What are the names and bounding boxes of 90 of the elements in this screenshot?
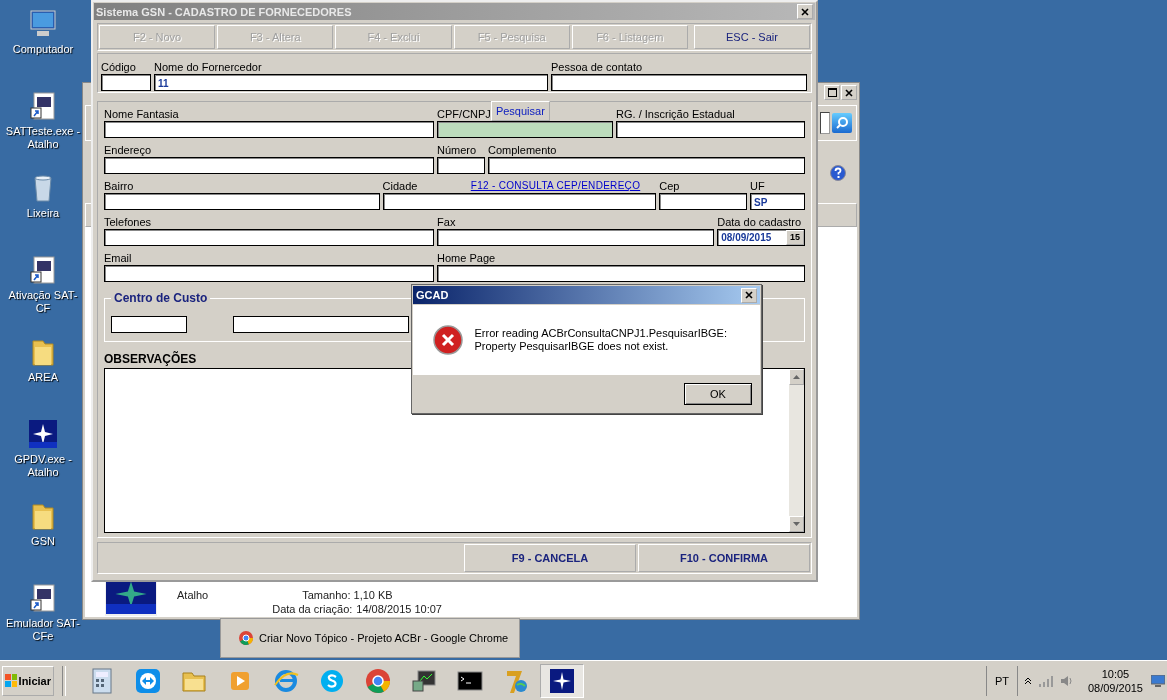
search-button[interactable] (832, 113, 852, 133)
text-field[interactable] (437, 229, 715, 246)
close-button[interactable] (841, 85, 857, 100)
language-indicator[interactable]: PT (985, 665, 1018, 696)
arrows-icon (134, 666, 162, 695)
error-message: Error reading ACBrConsultaCNPJ1.PesquisarIBGE: Property PesquisarIBGE does not exist. (474, 327, 728, 353)
desktop-icon-label[interactable]: Emulador SAT-CFe (2, 617, 84, 643)
cost-center-name-field[interactable] (233, 315, 409, 333)
close-button[interactable] (797, 4, 813, 19)
chrome-icon (364, 666, 392, 695)
ok-button[interactable]: OK (684, 383, 752, 405)
file-size: Tamanho: 1,10 KB (301, 589, 394, 602)
footer-button[interactable]: F10 - CONFIRMA (638, 544, 810, 572)
text-field[interactable]: SP (750, 193, 805, 210)
field-label: Código (101, 60, 137, 74)
calendar-button[interactable]: 15 (786, 230, 804, 245)
field-label: Complemento (488, 143, 558, 157)
field-label: RG. / Inscrição Estadual (616, 107, 736, 121)
close-icon (801, 7, 809, 16)
field-label: Nome Fantasia (104, 107, 180, 121)
search-button[interactable]: Pesquisar (490, 101, 550, 121)
field-label: Fax (437, 215, 457, 229)
cost-center-code-field[interactable] (111, 315, 187, 333)
field-label: Data do cadastro (717, 215, 803, 229)
search-field[interactable] (820, 112, 830, 134)
cep-lookup-link[interactable]: F12 - CONSULTA CEP/ENDEREÇO (470, 179, 641, 193)
field-label: Bairro (104, 179, 135, 193)
text-field[interactable] (104, 193, 380, 210)
cpf-field[interactable] (437, 121, 614, 138)
error-icon (433, 325, 463, 355)
footer-button[interactable]: F9 - CANCELA (464, 544, 636, 572)
file-type: Atalho (177, 589, 209, 602)
text-field[interactable] (104, 157, 434, 174)
field-label: Email (104, 251, 133, 265)
chevron-up-icon[interactable] (1023, 676, 1032, 685)
toolbar-button[interactable]: ESC - Sair (693, 25, 811, 49)
search-icon (835, 116, 849, 130)
text-field[interactable] (551, 74, 807, 91)
text-field[interactable] (437, 157, 485, 174)
field-label: Telefones (104, 215, 153, 229)
text-field[interactable] (101, 74, 151, 91)
field-label: Pessoa de contato (551, 60, 644, 74)
field-label: Endereço (104, 143, 153, 157)
window-title: Sistema GSN - CADASTRO DE FORNECEDORES (96, 5, 352, 18)
field-label: Home Page (437, 251, 497, 265)
maximize-button[interactable] (824, 85, 840, 100)
text-field[interactable] (104, 121, 435, 138)
help-icon[interactable] (830, 165, 846, 181)
field-label: CPF/CNPJ (437, 107, 491, 121)
maximize-icon (827, 88, 837, 97)
created-value: 14/08/2015 10:07 (356, 603, 442, 616)
desktop-icon-label[interactable]: GPDV.exe - Atalho (2, 453, 84, 479)
desktop-icon-label[interactable]: Ativação SAT-CF (2, 289, 84, 315)
text-field[interactable] (437, 265, 805, 282)
desktop-icon-label[interactable]: Computador (12, 43, 74, 56)
text-field[interactable] (104, 265, 435, 282)
group-title: Centro de Custo (111, 291, 211, 305)
taskbar-button[interactable] (540, 663, 584, 698)
clock-time[interactable]: 10:05 (1101, 666, 1130, 681)
field-label: Cidade (382, 179, 418, 193)
scroll-down-button[interactable] (789, 516, 804, 532)
start-button[interactable]: Iniciar (2, 665, 54, 696)
dialog-title: GCAD (416, 289, 449, 301)
down-arrow-icon (793, 522, 800, 526)
up-arrow-icon (793, 375, 800, 379)
clock-date[interactable]: 08/09/2015 (1087, 680, 1143, 695)
created-label: Data da criação: (272, 603, 353, 616)
field-label: Cep (659, 179, 681, 193)
text-field[interactable] (104, 229, 435, 246)
text-field[interactable] (488, 157, 805, 174)
date-field[interactable]: 08/09/2015 15 (717, 229, 805, 246)
desktop-icon[interactable] (1151, 674, 1165, 687)
desktop-icon-label[interactable]: Lixeira (26, 207, 60, 220)
desktop-icon-label[interactable]: AREA (28, 371, 58, 384)
text-field[interactable] (616, 121, 805, 138)
scroll-up-button[interactable] (789, 369, 804, 385)
desktop-icon-label[interactable]: SATTeste.exe - Atalho (2, 125, 84, 151)
close-icon (745, 291, 753, 299)
close-icon (845, 88, 853, 97)
field-label: UF (750, 179, 766, 193)
field-label: Número (437, 143, 478, 157)
text-field[interactable] (382, 193, 657, 210)
chrome-icon (239, 631, 253, 645)
section-label: OBSERVAÇÕES (104, 352, 198, 366)
field-label: Nome do Fornercedor (154, 60, 263, 74)
text-field[interactable] (659, 193, 748, 210)
text-field[interactable]: 11 (154, 74, 548, 91)
desktop-icon-label[interactable]: GSN (31, 535, 55, 548)
close-button[interactable] (741, 287, 757, 303)
windows-logo-icon (5, 673, 17, 688)
